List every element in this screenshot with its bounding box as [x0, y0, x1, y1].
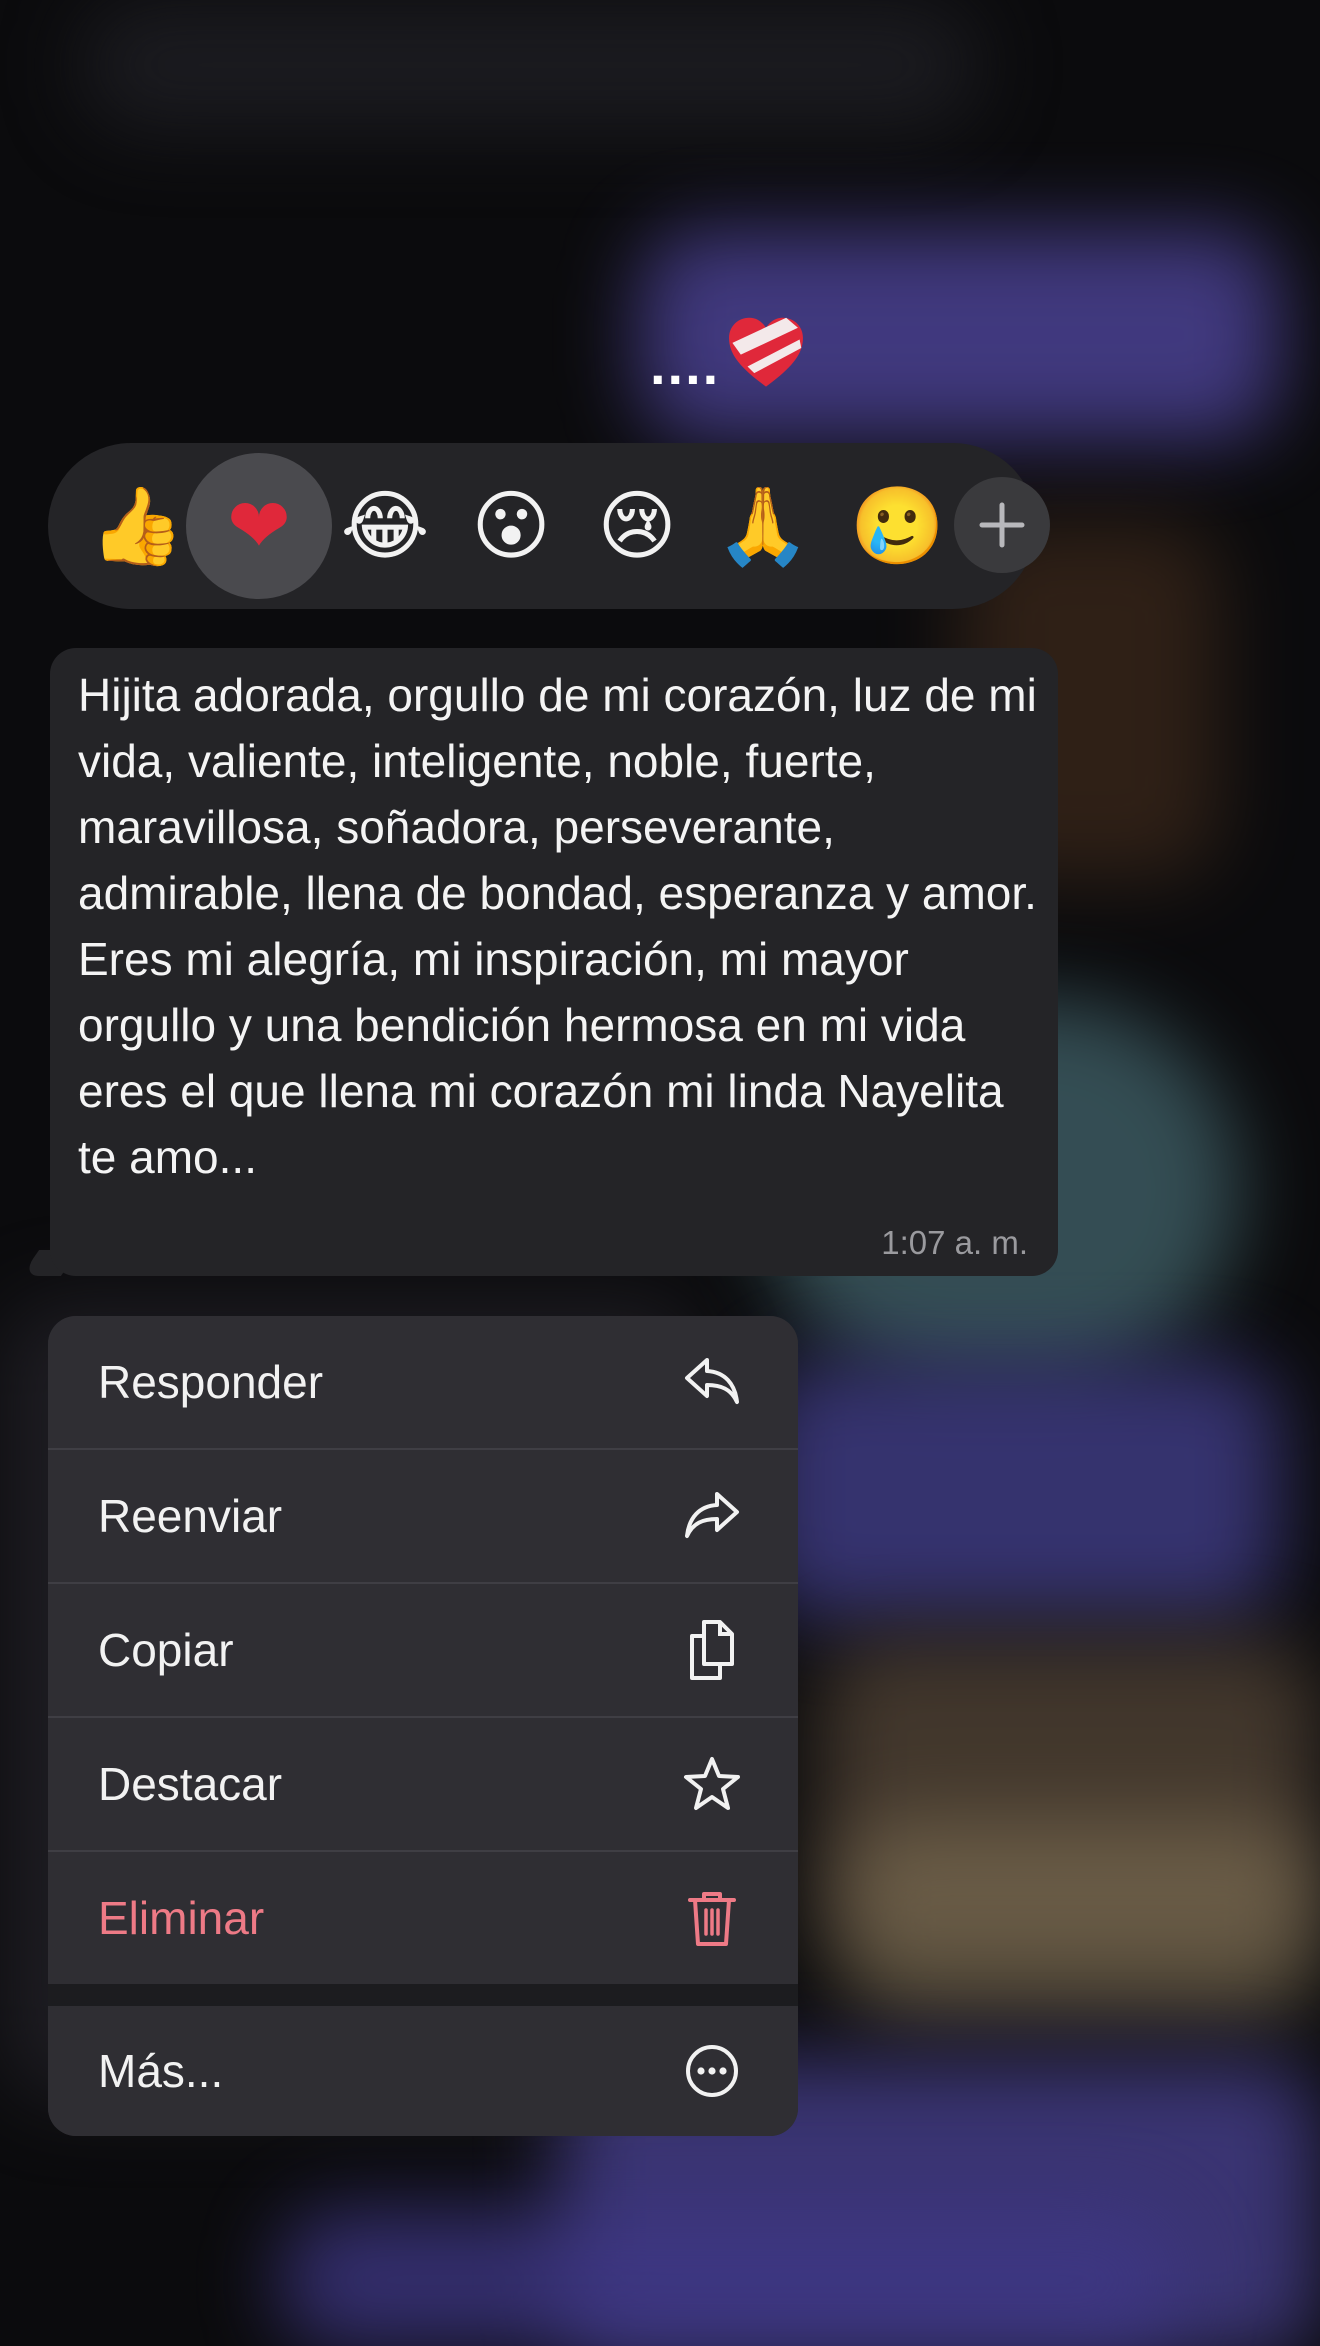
star-label: Destacar: [98, 1758, 283, 1810]
reply-label: Responder: [98, 1356, 324, 1408]
thumbs-up-emoji: 👍: [89, 481, 185, 570]
star-icon: [682, 1754, 742, 1814]
reaction-folded-hands[interactable]: 🙏: [700, 443, 826, 609]
forward-icon: [682, 1486, 742, 1546]
more-menu-item[interactable]: Más...: [48, 2006, 798, 2136]
context-menu: Responder Reenviar Copiar Destacar Elimi…: [48, 1316, 798, 2136]
delete-menu-item[interactable]: Eliminar: [48, 1852, 798, 1984]
red-heart-emoji: ❤: [227, 481, 291, 570]
forward-menu-item[interactable]: Reenviar: [48, 1450, 798, 1582]
reaction-tears-of-joy[interactable]: 😂: [322, 443, 448, 609]
delete-label: Eliminar: [98, 1892, 265, 1944]
trash-icon: [682, 1888, 742, 1948]
forward-label: Reenviar: [98, 1490, 283, 1542]
reaction-thumbs-up[interactable]: 👍: [74, 443, 200, 609]
folded-hands-emoji: 🙏: [715, 481, 811, 570]
message-bubble[interactable]: Hijita adorada, orgullo de mi corazón, l…: [50, 648, 1058, 1276]
star-menu-item[interactable]: Destacar: [48, 1718, 798, 1850]
crying-emoji: 😢: [597, 481, 677, 570]
replied-message-preview: ....: [650, 305, 808, 395]
message-text: Hijita adorada, orgullo de mi corazón, l…: [78, 669, 1037, 1183]
reaction-smiling-tear[interactable]: 🥲: [826, 443, 946, 609]
reply-menu-item[interactable]: Responder: [48, 1316, 798, 1448]
plus-icon: [979, 502, 1025, 548]
message-timestamp: 1:07 a. m.: [881, 1224, 1028, 1261]
reaction-crying[interactable]: 😢: [574, 443, 700, 609]
tears-of-joy-emoji: 😂: [340, 481, 430, 570]
copy-label: Copiar: [98, 1624, 234, 1676]
mending-heart-icon: [729, 317, 804, 387]
open-mouth-emoji: 😮: [471, 481, 551, 570]
reaction-open-mouth[interactable]: 😮: [448, 443, 574, 609]
more-label: Más...: [98, 2045, 224, 2097]
copy-icon: [682, 1620, 742, 1680]
preview-text: ....: [650, 333, 721, 396]
reaction-red-heart[interactable]: ❤: [196, 443, 322, 609]
reaction-bar: 👍 ❤ 😂 😮 😢 🙏 🥲: [48, 443, 1050, 609]
more-icon: [682, 2041, 742, 2101]
copy-menu-item[interactable]: Copiar: [48, 1584, 798, 1716]
smiling-tear-emoji: 🥲: [850, 481, 945, 570]
reply-icon: [682, 1352, 742, 1412]
more-reactions-button[interactable]: [954, 477, 1050, 573]
